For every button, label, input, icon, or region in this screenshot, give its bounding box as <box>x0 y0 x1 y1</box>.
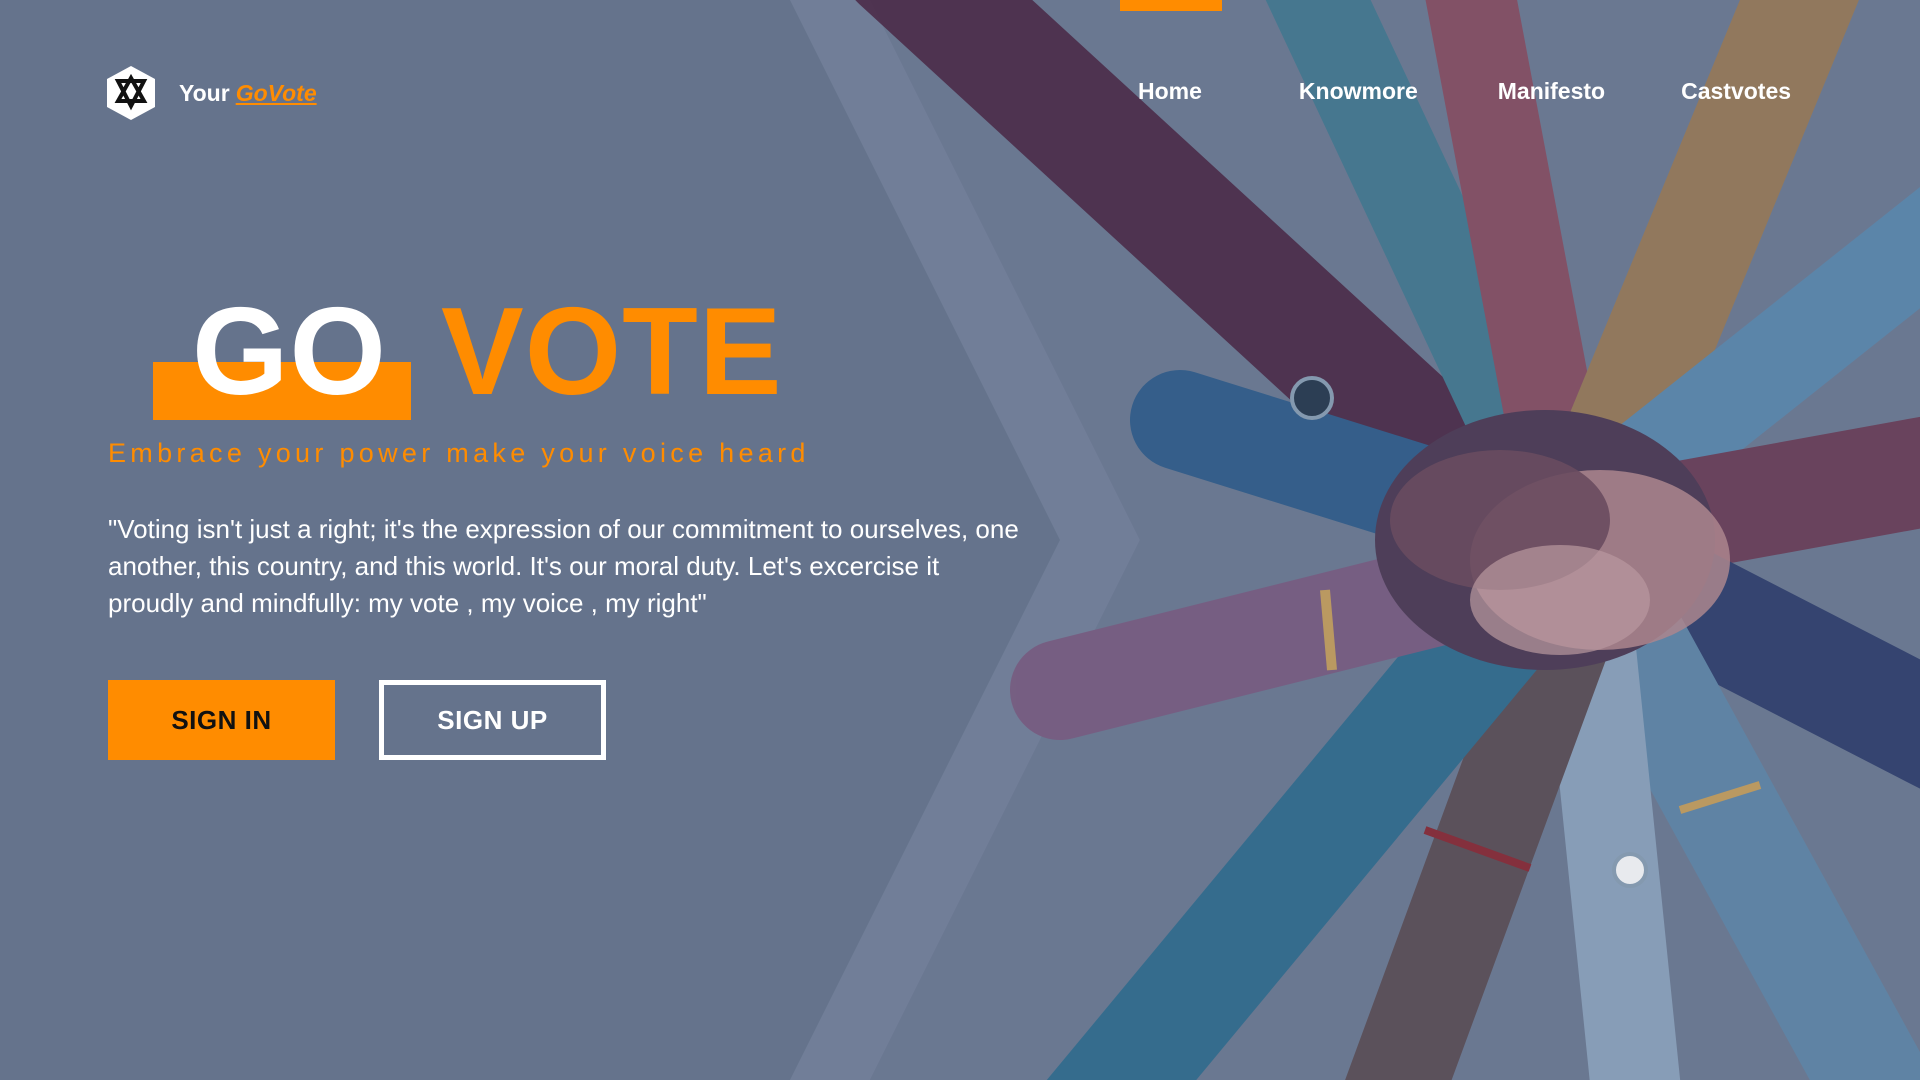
nav-castvotes[interactable]: Castvotes <box>1681 78 1791 105</box>
sign-in-button[interactable]: SIGN IN <box>108 680 335 760</box>
title-go: GO <box>192 283 387 421</box>
top-nav: Home Knowmore Manifesto Castvotes <box>1138 78 1791 105</box>
auth-buttons: SIGN IN SIGN UP <box>108 680 1028 760</box>
active-nav-indicator <box>1120 0 1222 11</box>
hexagon-vote-logo-icon <box>107 66 155 120</box>
nav-home[interactable]: Home <box>1138 78 1202 105</box>
hero-tagline: Embrace your power make your voice heard <box>108 438 810 468</box>
hero-quote: "Voting isn't just a right; it's the exp… <box>108 514 1019 618</box>
title-vote: VOTE <box>441 283 783 421</box>
logo-prefix: Your <box>179 79 230 106</box>
logo-brand: GoVote <box>235 79 317 106</box>
nav-knowmore[interactable]: Knowmore <box>1299 78 1418 105</box>
nav-manifesto[interactable]: Manifesto <box>1498 78 1605 105</box>
logo-text: Your GoVote <box>179 80 317 107</box>
hero-section: GO VOTE Embrace your power make your voi… <box>108 290 1028 760</box>
hero-title: GO VOTE <box>108 290 1028 430</box>
sign-up-button[interactable]: SIGN UP <box>379 680 606 760</box>
site-logo[interactable]: Your GoVote <box>105 64 317 122</box>
